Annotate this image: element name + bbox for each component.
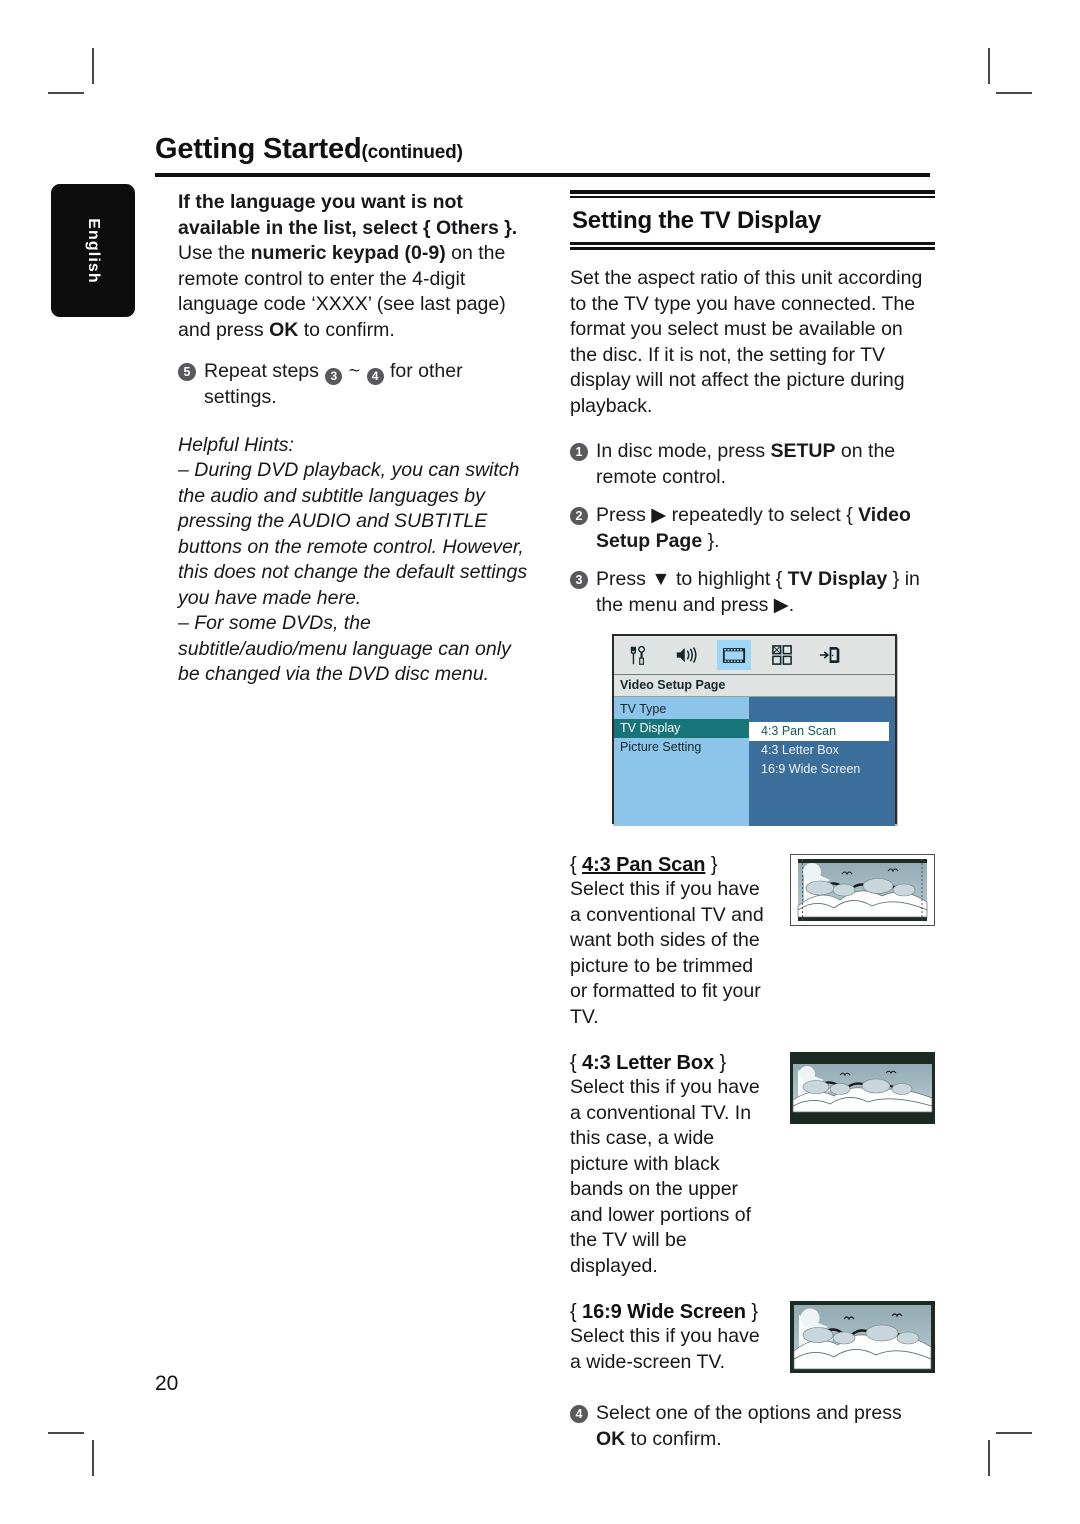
step-number-4: 4	[570, 1405, 588, 1423]
language-note-line1: If the language you want is not	[178, 191, 463, 213]
osd-item-tv-display[interactable]: TV Display	[614, 719, 749, 738]
osd-option-wide-screen[interactable]: 16:9 Wide Screen	[749, 760, 895, 779]
osd-item-picture-setting[interactable]: Picture Setting	[614, 738, 749, 757]
film-strip-icon	[717, 640, 751, 670]
section-body: Set the aspect ratio of this unit accord…	[570, 267, 923, 417]
section-rule-bottom-2	[570, 247, 935, 250]
tv-letter-box-preview	[790, 1052, 935, 1124]
step-ref-4: 4	[366, 368, 384, 385]
page-title-continued: (continued)	[361, 142, 463, 163]
crop-mark-bottom-right-v	[988, 1440, 990, 1476]
aspect-name-pan-scan: 4:3 Pan Scan	[582, 854, 706, 876]
osd-body: TV Type TV Display Picture Setting 4:3 P…	[614, 697, 895, 826]
brace-close-wide-screen: }	[745, 1301, 758, 1323]
manual-page: Getting Started(continued) English If th…	[0, 0, 1080, 1524]
crop-mark-top-right-v	[988, 48, 990, 84]
step-5: 5 Repeat steps 3 ~ 4 for other settings.	[178, 359, 528, 411]
page-number: 20	[155, 1372, 179, 1395]
speaker-icon	[669, 640, 703, 670]
osd-option-list: 4:3 Pan Scan 4:3 Letter Box 16:9 Wide Sc…	[749, 697, 895, 826]
step-2-post: }.	[702, 529, 720, 552]
tv-display-label: TV Display	[787, 568, 888, 590]
tools-icon	[621, 640, 655, 670]
step-number-2: 2	[570, 507, 588, 525]
language-tab: English	[51, 184, 135, 317]
grid-squares-icon	[765, 640, 799, 670]
step-5-text-b: ~	[343, 360, 366, 382]
step-1-pre: In disc mode, press	[596, 440, 771, 462]
step-5-text-a: Repeat steps	[204, 360, 325, 382]
step-number-1: 1	[570, 443, 588, 461]
language-note-end: to confirm.	[298, 318, 395, 341]
osd-option-letter-box[interactable]: 4:3 Letter Box	[749, 741, 895, 760]
step-1: 1 In disc mode, press SETUP on the remot…	[570, 439, 935, 490]
step-3: 3 Press ▼ to highlight { TV Display } in…	[570, 567, 935, 618]
aspect-text-wide-screen: Select this if you have a wide-screen TV…	[570, 1325, 760, 1373]
numeric-keypad-label: numeric keypad (0-9)	[250, 242, 446, 264]
section-rule-bottom-1	[570, 242, 935, 245]
helpful-hint-1: – During DVD playback, you can switch th…	[178, 459, 528, 609]
aspect-block-letter-box: { 4:3 Letter Box } Select this if you ha…	[570, 1052, 935, 1279]
aspect-text-pan-scan: Select this if you have a conventional T…	[570, 878, 764, 1028]
section-rule-top-thick	[570, 190, 935, 194]
left-column: If the language you want is not availabl…	[178, 190, 528, 688]
helpful-hints-title: Helpful Hints:	[178, 433, 294, 456]
aspect-name-letter-box: 4:3 Letter Box	[582, 1052, 715, 1074]
language-note-prefix: Use the	[178, 242, 251, 264]
right-arrow-icon: ▶	[651, 504, 667, 526]
step-4: 4 Select one of the options and press OK…	[570, 1401, 935, 1452]
helpful-hints: Helpful Hints: – During DVD playback, yo…	[178, 433, 528, 688]
crop-mark-top-right-h	[996, 92, 1032, 94]
right-column: Setting the TV Display Set the aspect ra…	[570, 190, 935, 1452]
aspect-text-letter-box: Select this if you have a conventional T…	[570, 1076, 760, 1277]
language-note-rest: Use the numeric keypad (0-9) on the remo…	[178, 241, 528, 343]
osd-item-tv-type[interactable]: TV Type	[614, 700, 749, 719]
language-tab-label: English	[85, 217, 102, 284]
page-title: Getting Started(continued)	[155, 133, 935, 166]
step-ref-3: 3	[325, 368, 343, 385]
step-3-end: .	[788, 593, 795, 616]
section-heading: Setting the TV Display	[572, 207, 821, 234]
aspect-block-pan-scan: { 4:3 Pan Scan } Select this if you have…	[570, 854, 935, 1030]
brace-close-letter-box: }	[714, 1052, 727, 1074]
step-3-mid: to highlight {	[670, 568, 788, 590]
crop-mark-top-left-v	[92, 48, 94, 84]
brace-close-pan-scan: }	[705, 854, 718, 876]
ok-key-label-2: OK	[596, 1427, 626, 1450]
helpful-hint-2: – For some DVDs, the subtitle/audio/menu…	[178, 612, 511, 685]
step-2: 2 Press ▶ repeatedly to select { Video S…	[570, 503, 935, 554]
step-number-3: 3	[570, 571, 588, 589]
brace-open-pan-scan: {	[570, 854, 583, 876]
crop-mark-bottom-left-h	[48, 1432, 84, 1434]
crop-mark-top-left-h	[48, 92, 84, 94]
step-3-pre: Press	[596, 568, 652, 590]
crop-mark-bottom-right-h	[996, 1432, 1032, 1434]
title-rule	[155, 173, 930, 177]
step-number-5: 5	[178, 363, 196, 381]
tv-wide-screen-preview	[790, 1301, 935, 1373]
page-title-main: Getting Started	[155, 133, 362, 165]
language-note-line2: available in the list, select { Others }…	[178, 216, 518, 239]
osd-menu-screenshot: Video Setup Page TV Type TV Display Pict…	[612, 634, 897, 826]
osd-menu-list: TV Type TV Display Picture Setting	[614, 697, 749, 826]
brace-open-wide-screen: {	[570, 1301, 583, 1323]
right-arrow-icon-2: ▶	[773, 593, 789, 616]
aspect-name-wide-screen: 16:9 Wide Screen	[582, 1301, 746, 1323]
language-note-bold: If the language you want is not availabl…	[178, 190, 528, 241]
osd-option-pan-scan[interactable]: 4:3 Pan Scan	[749, 722, 889, 741]
step-2-mid: repeatedly to select {	[666, 504, 859, 526]
brace-open-letter-box: {	[570, 1052, 583, 1074]
aspect-block-wide-screen: { 16:9 Wide Screen } Select this if you …	[570, 1301, 935, 1375]
osd-icon-bar	[614, 636, 895, 675]
exit-door-icon	[813, 640, 847, 670]
osd-page-title: Video Setup Page	[614, 675, 895, 697]
step-4-post: to confirm.	[625, 1427, 722, 1450]
setup-key-label: SETUP	[770, 440, 836, 462]
ok-key-label: OK	[269, 318, 299, 341]
down-arrow-icon: ▼	[651, 568, 671, 590]
crop-mark-bottom-left-v	[92, 1440, 94, 1476]
step-4-pre: Select one of the options and press	[596, 1402, 902, 1424]
tv-pan-scan-preview	[790, 854, 935, 926]
step-2-pre: Press	[596, 504, 652, 526]
